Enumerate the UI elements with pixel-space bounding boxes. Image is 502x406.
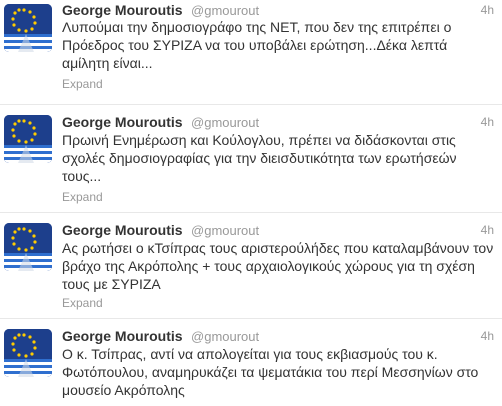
avatar[interactable] xyxy=(4,329,52,377)
tweet-author-name[interactable]: George Mouroutis xyxy=(62,328,183,344)
tweet-header: George Mouroutis @gmourout 4h xyxy=(62,328,494,346)
expand-link[interactable]: Expand xyxy=(62,77,103,91)
tweet-author-name[interactable]: George Mouroutis xyxy=(62,222,183,238)
eu-greek-flag-avatar-icon xyxy=(4,4,52,52)
tweet-timestamp[interactable]: 4h xyxy=(481,115,494,129)
tweet-header: George Mouroutis @gmourout 4h xyxy=(62,222,494,240)
tweet-author-handle[interactable]: @gmourout xyxy=(191,329,259,344)
tweet-text: Ας ρωτήσει ο κΤσίπρας τους αριστερούλήδε… xyxy=(62,240,494,292)
eu-greek-flag-avatar-icon xyxy=(4,329,52,377)
tweet-text: Πρωινή Ενημέρωση και Κούλογλου, πρέπει ν… xyxy=(62,132,457,184)
tweet-timeline: George Mouroutis @gmourout 4h Λυπούμαι τ… xyxy=(0,0,502,406)
tweet-text: Ο κ. Τσίπρας, αντί να απολογείται για το… xyxy=(62,346,479,398)
tweet-author-name[interactable]: George Mouroutis xyxy=(62,2,183,18)
tweet-item[interactable]: George Mouroutis @gmourout 4h Ας ρωτήσει… xyxy=(0,212,502,318)
expand-link[interactable]: Expand xyxy=(62,296,103,310)
tweet-timestamp[interactable]: 4h xyxy=(481,223,494,237)
tweet-author-handle[interactable]: @gmourout xyxy=(191,223,259,238)
tweet-author-handle[interactable]: @gmourout xyxy=(191,3,259,18)
tweet-item[interactable]: George Mouroutis @gmourout 4h Λυπούμαι τ… xyxy=(0,0,502,104)
tweet-timestamp[interactable]: 4h xyxy=(481,329,494,343)
tweet-text: Λυπούμαι την δημοσιογράφο της ΝΕΤ, που δ… xyxy=(62,19,452,71)
tweet-author-handle[interactable]: @gmourout xyxy=(191,115,259,130)
tweet-item[interactable]: George Mouroutis @gmourout 4h Ο κ. Τσίπρ… xyxy=(0,318,502,406)
expand-link[interactable]: Expand xyxy=(62,190,103,204)
eu-greek-flag-avatar-icon xyxy=(4,223,52,271)
avatar[interactable] xyxy=(4,4,52,52)
avatar[interactable] xyxy=(4,115,52,163)
eu-greek-flag-avatar-icon xyxy=(4,115,52,163)
tweet-timestamp[interactable]: 4h xyxy=(481,3,494,17)
tweet-header: George Mouroutis @gmourout 4h xyxy=(62,114,494,132)
avatar[interactable] xyxy=(4,223,52,271)
tweet-item[interactable]: George Mouroutis @gmourout 4h Πρωινή Ενη… xyxy=(0,104,502,212)
tweet-author-name[interactable]: George Mouroutis xyxy=(62,114,183,130)
